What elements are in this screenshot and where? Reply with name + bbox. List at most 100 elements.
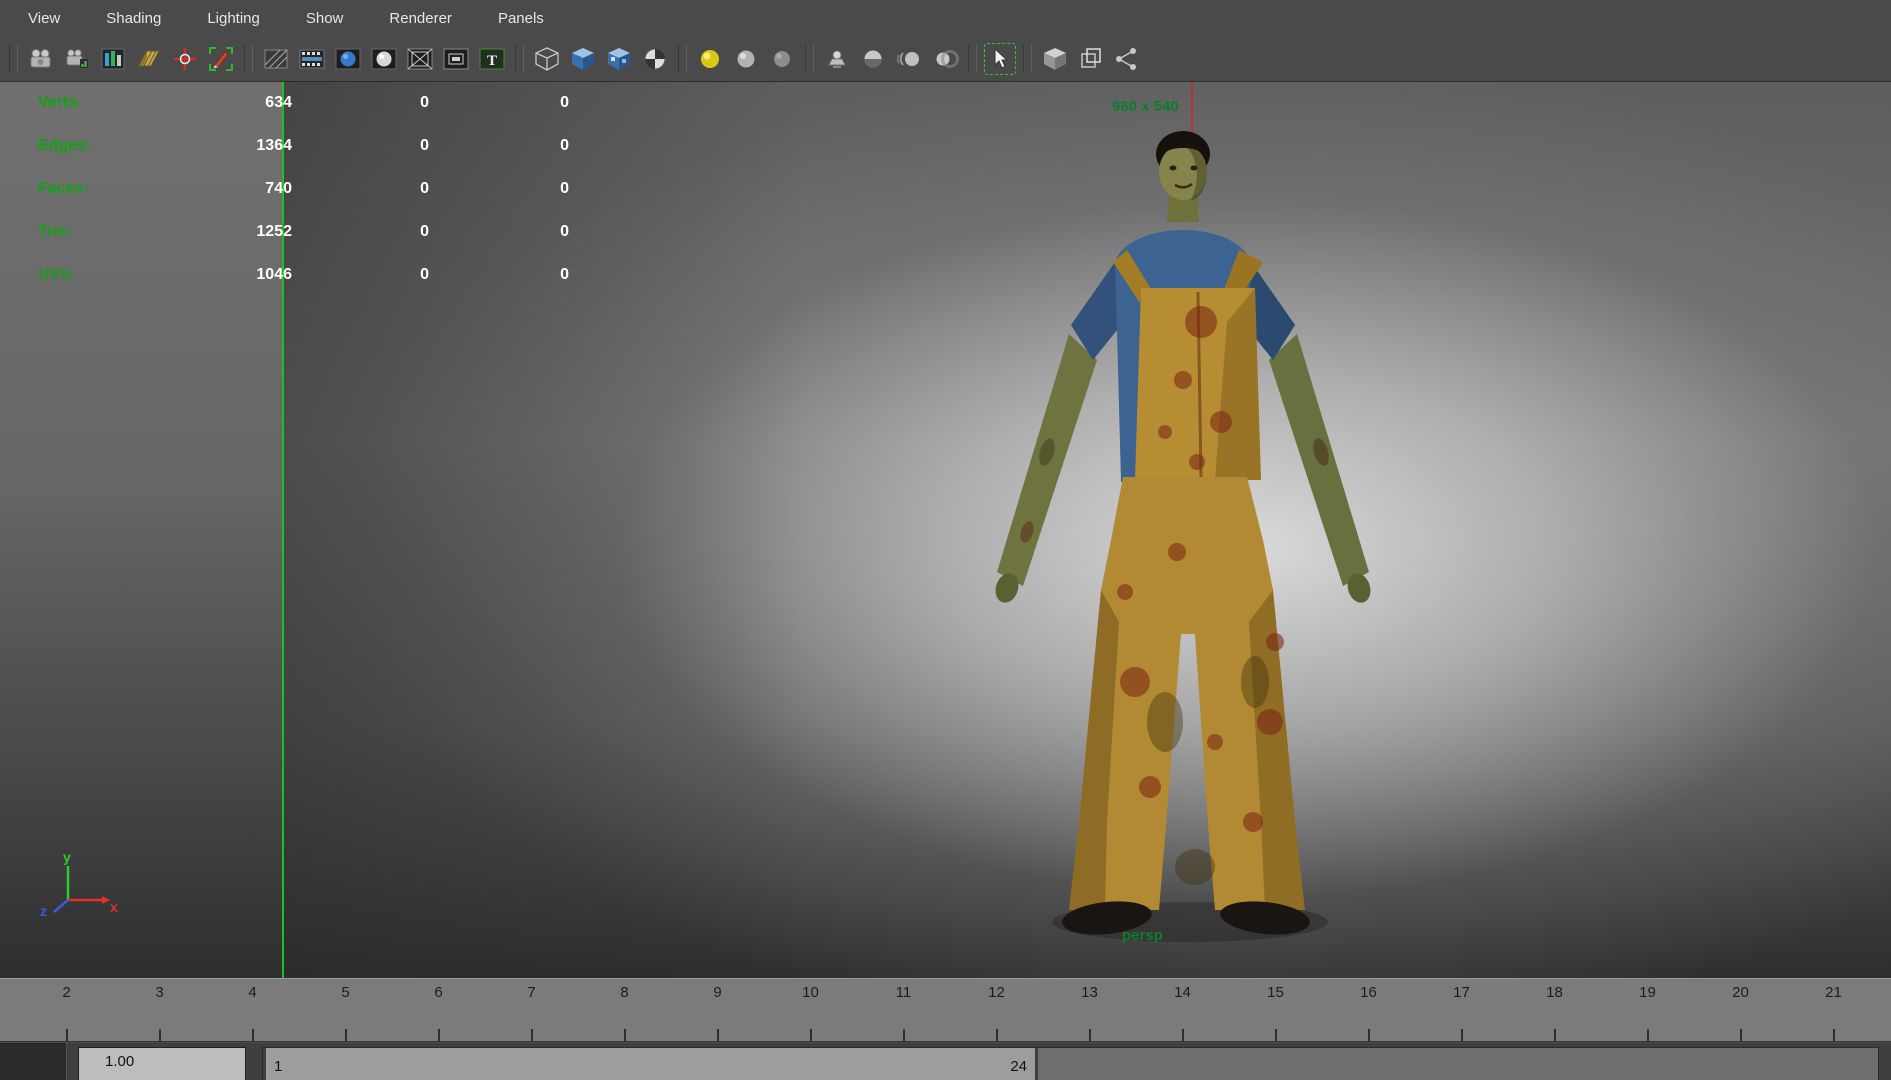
select-cursor-icon[interactable] — [984, 42, 1016, 75]
playback-options-bar: 1.00 1 24 — [0, 1043, 1891, 1080]
smooth-shade-cube-icon[interactable] — [567, 43, 599, 75]
range-end-label: 24 — [1010, 1057, 1027, 1075]
wireframe-cube-icon[interactable] — [531, 43, 563, 75]
select-camera-icon[interactable] — [25, 43, 57, 75]
frame-tick — [1274, 1029, 1277, 1041]
default-material-ball-icon[interactable] — [694, 43, 726, 75]
axis-x-label: x — [110, 899, 118, 915]
camera-attributes-icon[interactable] — [61, 43, 93, 75]
hud-value-component: 0 — [560, 223, 569, 240]
menu-shading[interactable]: Shading — [106, 2, 161, 35]
character-head — [1156, 131, 1210, 222]
frame-cell[interactable]: 12 — [950, 979, 1043, 1041]
safe-title-icon[interactable] — [440, 43, 472, 75]
textured-cube-icon[interactable] — [603, 43, 635, 75]
hud-value-component: 0 — [560, 94, 569, 111]
toolbar-separator — [244, 44, 253, 73]
depth-of-field-icon[interactable] — [929, 43, 961, 75]
safe-action-icon[interactable] — [404, 43, 436, 75]
frame-cell[interactable]: 19 — [1601, 979, 1694, 1041]
frame-tick — [1460, 1029, 1463, 1041]
hud-value-selected: 0 — [420, 266, 429, 283]
frame-cell[interactable]: 16 — [1322, 979, 1415, 1041]
time-slider[interactable]: 2 3 4 5 6 7 8 9 10 11 12 13 14 15 16 17 … — [0, 978, 1891, 1042]
hud-value-total: 1364 — [256, 137, 292, 154]
axis-z-label: z — [40, 903, 47, 919]
frame-tick — [716, 1029, 719, 1041]
resolution-gate-icon[interactable] — [296, 43, 328, 75]
checkered-sphere-icon[interactable] — [639, 43, 671, 75]
range-slider-active[interactable]: 1 24 — [263, 1048, 1038, 1080]
share-nodes-icon[interactable] — [1111, 43, 1143, 75]
menu-show[interactable]: Show — [306, 2, 344, 35]
menu-renderer[interactable]: Renderer — [389, 2, 452, 35]
frame-tick — [1739, 1029, 1742, 1041]
ssao-sphere-icon[interactable] — [857, 43, 889, 75]
frame-number: 7 — [527, 984, 536, 1001]
frame-cell[interactable]: 15 — [1229, 979, 1322, 1041]
hud-value-total: 1046 — [256, 266, 292, 283]
frame-number: 19 — [1639, 984, 1656, 1001]
frame-cell[interactable]: 11 — [857, 979, 950, 1041]
film-gate-icon[interactable] — [260, 43, 292, 75]
zombie-character-model[interactable] — [965, 122, 1405, 962]
hud-label: Edges: — [38, 137, 92, 154]
frame-cell[interactable]: 21 — [1787, 979, 1880, 1041]
frame-tick — [65, 1029, 68, 1041]
frame-number: 9 — [713, 984, 722, 1001]
dim-light-ball-icon[interactable] — [766, 43, 798, 75]
frame-number: 5 — [341, 984, 350, 1001]
frame-tick — [251, 1029, 254, 1041]
bookmarks-icon[interactable] — [97, 43, 129, 75]
frame-number: 14 — [1174, 984, 1191, 1001]
frame-cell[interactable]: 6 — [392, 979, 485, 1041]
grease-pencil-icon[interactable] — [205, 43, 237, 75]
frame-cell[interactable]: 3 — [113, 979, 206, 1041]
frame-cell[interactable]: 5 — [299, 979, 392, 1041]
menu-lighting[interactable]: Lighting — [207, 2, 260, 35]
motion-blur-icon[interactable] — [893, 43, 925, 75]
frame-number: 20 — [1732, 984, 1749, 1001]
perspective-viewport[interactable]: Verts: 634 0 0 Edges: 1364 0 0 Faces: 74… — [0, 82, 1891, 978]
frame-cell[interactable]: 10 — [764, 979, 857, 1041]
frame-cell[interactable]: 7 — [485, 979, 578, 1041]
frame-tick — [1367, 1029, 1370, 1041]
frame-number: 21 — [1825, 984, 1842, 1001]
range-slider-track[interactable]: 1 24 — [262, 1047, 1879, 1080]
shadow-lamp-icon[interactable] — [821, 43, 853, 75]
light-ball-icon[interactable] — [730, 43, 762, 75]
menu-panels[interactable]: Panels — [498, 2, 544, 35]
hud-value-selected: 0 — [420, 180, 429, 197]
2d-pan-zoom-icon[interactable] — [169, 43, 201, 75]
image-plane-icon[interactable] — [133, 43, 165, 75]
frame-tick — [1832, 1029, 1835, 1041]
gate-mask-icon[interactable] — [332, 43, 364, 75]
frame-number: 16 — [1360, 984, 1377, 1001]
frame-tick — [1553, 1029, 1556, 1041]
range-start-label: 1 — [274, 1057, 283, 1075]
frame-cell[interactable]: 20 — [1694, 979, 1787, 1041]
frame-tick — [530, 1029, 533, 1041]
frame-cell[interactable]: 2 — [20, 979, 113, 1041]
field-chart-icon[interactable] — [368, 43, 400, 75]
frame-cell[interactable]: 13 — [1043, 979, 1136, 1041]
frame-cell[interactable]: 17 — [1415, 979, 1508, 1041]
playback-start-field[interactable]: 1.00 — [78, 1047, 246, 1080]
cube-outline-icon[interactable] — [1075, 43, 1107, 75]
solid-cube-icon[interactable] — [1039, 43, 1071, 75]
frame-cell[interactable]: 18 — [1508, 979, 1601, 1041]
frame-cell[interactable]: 8 — [578, 979, 671, 1041]
menu-view[interactable]: View — [28, 2, 60, 35]
frame-number: 2 — [62, 984, 71, 1001]
toolbar-separator — [805, 44, 814, 73]
frame-cell[interactable]: 9 — [671, 979, 764, 1041]
hud-text-icon[interactable]: T — [476, 43, 508, 75]
frame-cell[interactable]: 4 — [206, 979, 299, 1041]
frame-number: 6 — [434, 984, 443, 1001]
frame-tick — [1181, 1029, 1184, 1041]
hud-label: Tris: — [38, 223, 72, 240]
frame-tick — [158, 1029, 161, 1041]
frame-cell[interactable]: 14 — [1136, 979, 1229, 1041]
frame-number: 4 — [248, 984, 257, 1001]
hud-value-total: 1252 — [256, 223, 292, 240]
